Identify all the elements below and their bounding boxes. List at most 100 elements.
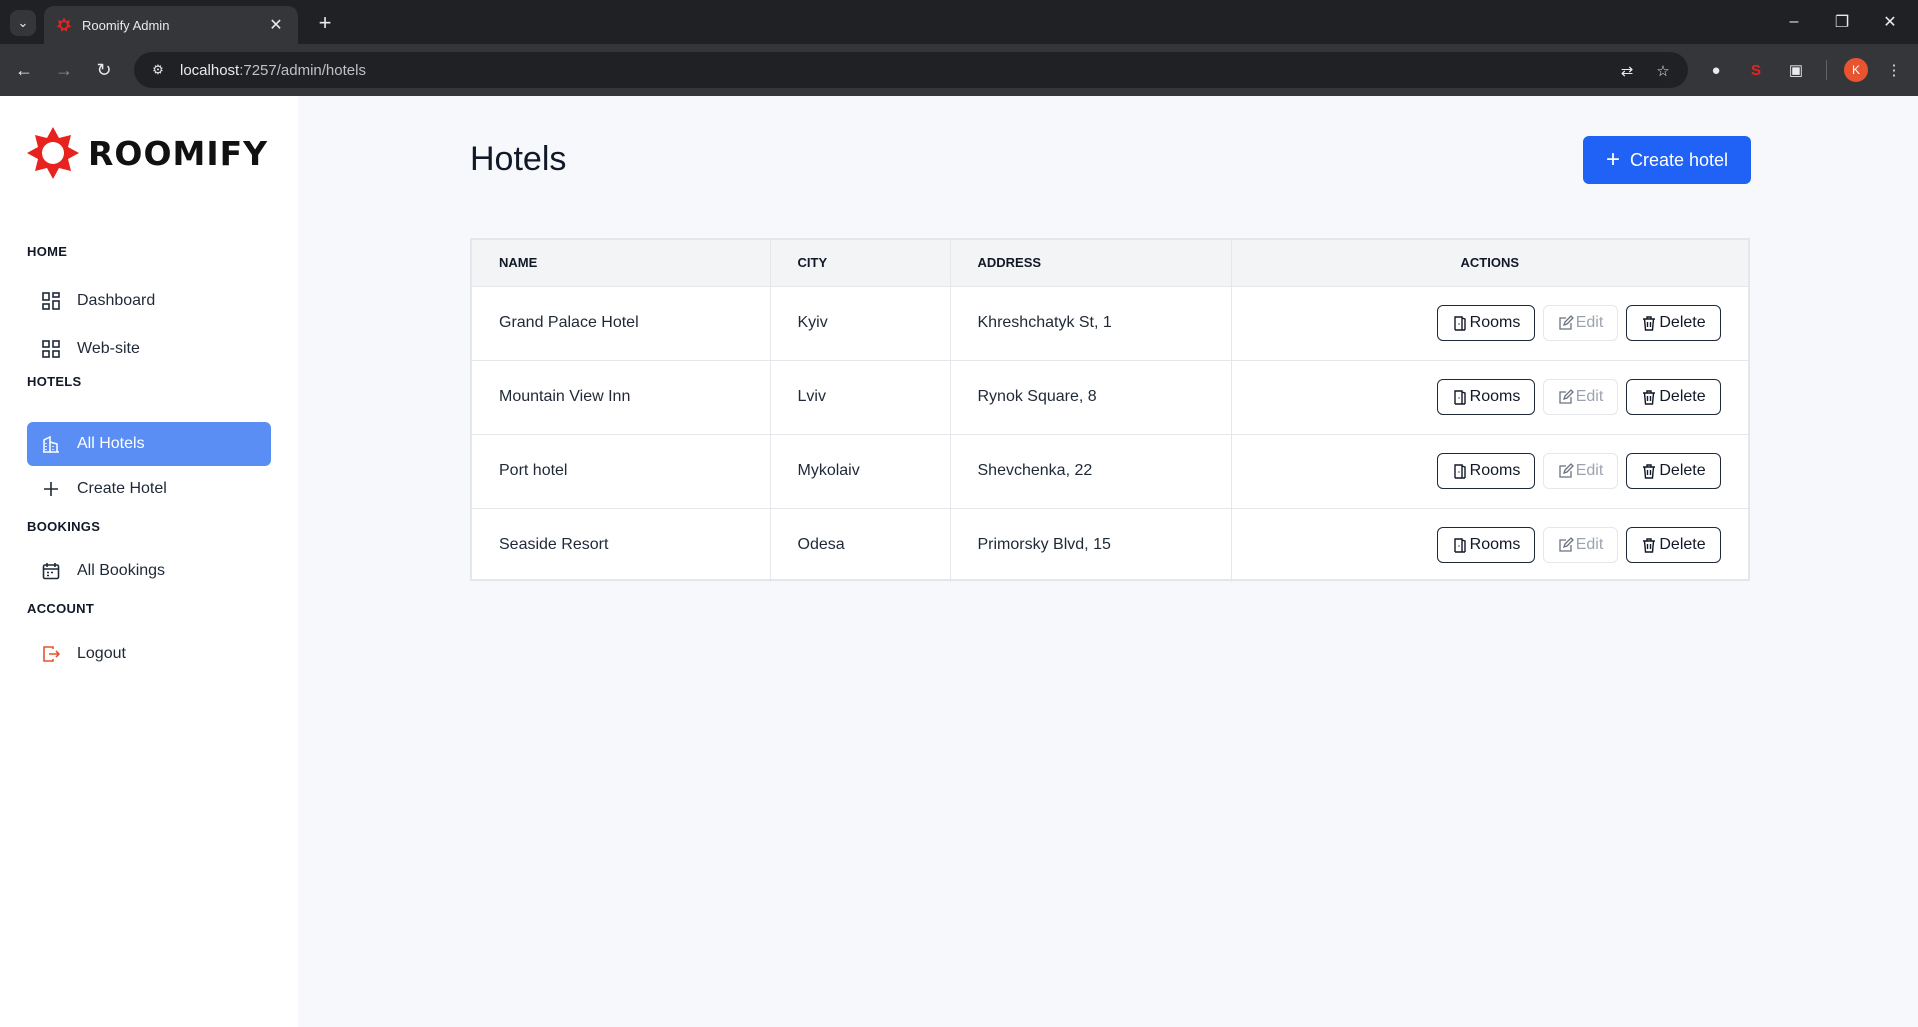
url-text: localhost:7257/admin/hotels (180, 61, 366, 79)
rooms-button[interactable]: Rooms (1437, 379, 1535, 415)
rooms-label: Rooms (1469, 314, 1521, 331)
sidebar-item-website[interactable]: Web-site (27, 327, 271, 371)
column-header-city: CITY (770, 240, 951, 287)
cell-address: Rynok Square, 8 (950, 360, 1232, 435)
delete-label: Delete (1659, 314, 1706, 331)
edit-button[interactable]: Edit (1543, 527, 1618, 564)
logo-text: ROOMIFY (88, 133, 269, 173)
window-close-icon[interactable]: ✕ (1870, 8, 1910, 36)
rooms-icon (1452, 389, 1470, 405)
sidebar-item-all-bookings[interactable]: All Bookings (27, 549, 271, 593)
section-title-hotels: HOTELS (27, 374, 82, 389)
rooms-icon (1452, 537, 1470, 553)
extension-s-icon[interactable]: S (1744, 58, 1768, 82)
translate-icon[interactable]: ⇄ (1616, 60, 1638, 82)
table-row: Port hotel Mykolaiv Shevchenka, 22 Rooms Edi… (472, 434, 1748, 509)
sidebar-item-dashboard[interactable]: Dashboard (27, 279, 271, 323)
create-hotel-label: Create hotel (1629, 149, 1729, 170)
rooms-button[interactable]: Rooms (1437, 453, 1535, 489)
cell-city: Kyiv (770, 286, 951, 361)
bookmark-star-icon[interactable]: ☆ (1652, 60, 1674, 82)
page-title: Hotels (470, 140, 567, 178)
website-icon (41, 339, 61, 359)
delete-button[interactable]: Delete (1626, 305, 1721, 341)
back-arrow-icon[interactable]: ← (10, 56, 38, 84)
dashboard-icon (41, 291, 61, 311)
tab-title: Roomify Admin (82, 17, 170, 33)
edit-button[interactable]: Edit (1543, 305, 1618, 341)
logo[interactable]: ROOMIFY (26, 126, 268, 180)
create-hotel-button[interactable]: + Create hotel (1583, 136, 1751, 184)
cell-address: Primorsky Blvd, 15 (950, 508, 1232, 582)
sidebar-item-label: Logout (77, 645, 126, 662)
cell-address: Shevchenka, 22 (950, 434, 1232, 509)
sidebar: ROOMIFY HOME Dashboard Web-site HOTELS A… (0, 96, 298, 1027)
delete-label: Delete (1659, 536, 1706, 554)
table-header-row: NAME CITY ADDRESS ACTIONS (472, 240, 1748, 287)
delete-button[interactable]: Delete (1626, 527, 1721, 564)
rooms-button[interactable]: Rooms (1437, 527, 1535, 564)
cell-actions: Rooms Edit Delete (1231, 360, 1748, 435)
delete-button[interactable]: Delete (1626, 453, 1721, 489)
trash-icon (1641, 389, 1659, 405)
cell-city: Mykolaiv (770, 434, 951, 509)
new-tab-button[interactable]: + (312, 10, 338, 36)
edit-label: Edit (1575, 314, 1604, 331)
rooms-button[interactable]: Rooms (1437, 305, 1535, 341)
tab-strip: ⌄ Roomify Admin ✕ + – ❐ ✕ (0, 0, 1918, 44)
forward-arrow-icon[interactable]: → (50, 56, 78, 84)
roomify-logo-icon (27, 127, 79, 179)
address-bar[interactable]: ⚙ localhost:7257/admin/hotels ⇄ ☆ (134, 52, 1688, 88)
cell-actions: Rooms Edit Delete (1231, 286, 1748, 361)
menu-kebab-icon[interactable]: ⋮ (1882, 58, 1906, 82)
section-title-home: HOME (27, 244, 68, 259)
restore-icon[interactable]: ❐ (1822, 8, 1862, 36)
edit-button[interactable]: Edit (1543, 379, 1618, 415)
chevron-down-icon: ⌄ (17, 15, 29, 30)
edit-label: Edit (1575, 388, 1604, 405)
reload-icon[interactable]: ↻ (90, 56, 118, 84)
camera-icon[interactable]: ● (1704, 58, 1728, 82)
logout-icon (41, 644, 61, 664)
trash-icon (1641, 315, 1659, 331)
rooms-label: Rooms (1469, 388, 1521, 405)
table-row: Mountain View Inn Lviv Rynok Square, 8 Room… (472, 360, 1748, 435)
site-info-icon[interactable]: ⚙ (148, 60, 168, 80)
rooms-icon (1452, 463, 1470, 479)
toolbar-divider (1826, 60, 1827, 80)
sidebar-item-label: All Hotels (77, 435, 145, 452)
cell-city: Lviv (770, 360, 951, 435)
edit-button[interactable]: Edit (1543, 453, 1618, 489)
sidebar-item-logout[interactable]: Logout (27, 632, 271, 676)
plus-icon (41, 479, 61, 499)
browser-tab[interactable]: Roomify Admin ✕ (44, 6, 298, 44)
delete-button[interactable]: Delete (1626, 379, 1721, 415)
sidebar-item-all-hotels[interactable]: All Hotels (27, 422, 271, 466)
edit-icon (1558, 463, 1576, 479)
edit-label: Edit (1575, 462, 1604, 479)
extensions-puzzle-icon[interactable]: ▣ (1784, 58, 1808, 82)
edit-label: Edit (1575, 536, 1604, 554)
section-title-account: ACCOUNT (27, 601, 95, 616)
calendar-icon (41, 561, 61, 581)
minimize-icon[interactable]: – (1774, 8, 1814, 36)
cell-name: Mountain View Inn (472, 360, 771, 435)
edit-icon (1558, 537, 1576, 553)
cell-name: Port hotel (472, 434, 771, 509)
roomify-favicon-icon (56, 17, 72, 32)
cell-address: Khreshchatyk St, 1 (950, 286, 1232, 361)
column-header-actions: ACTIONS (1231, 240, 1748, 287)
rooms-label: Rooms (1469, 536, 1521, 554)
delete-label: Delete (1659, 462, 1706, 479)
cell-name: Grand Palace Hotel (472, 286, 771, 361)
edit-icon (1558, 389, 1576, 405)
profile-avatar[interactable]: K (1844, 58, 1868, 82)
sidebar-item-create-hotel[interactable]: Create Hotel (27, 467, 271, 511)
cell-name: Seaside Resort (472, 508, 771, 582)
sidebar-item-label: All Bookings (77, 562, 166, 579)
table-row: Seaside Resort Odesa Primorsky Blvd, 15 Roo… (472, 508, 1748, 582)
tab-search-button[interactable]: ⌄ (10, 10, 36, 36)
close-icon[interactable]: ✕ (266, 15, 286, 35)
edit-icon (1558, 315, 1576, 331)
cell-city: Odesa (770, 508, 951, 582)
